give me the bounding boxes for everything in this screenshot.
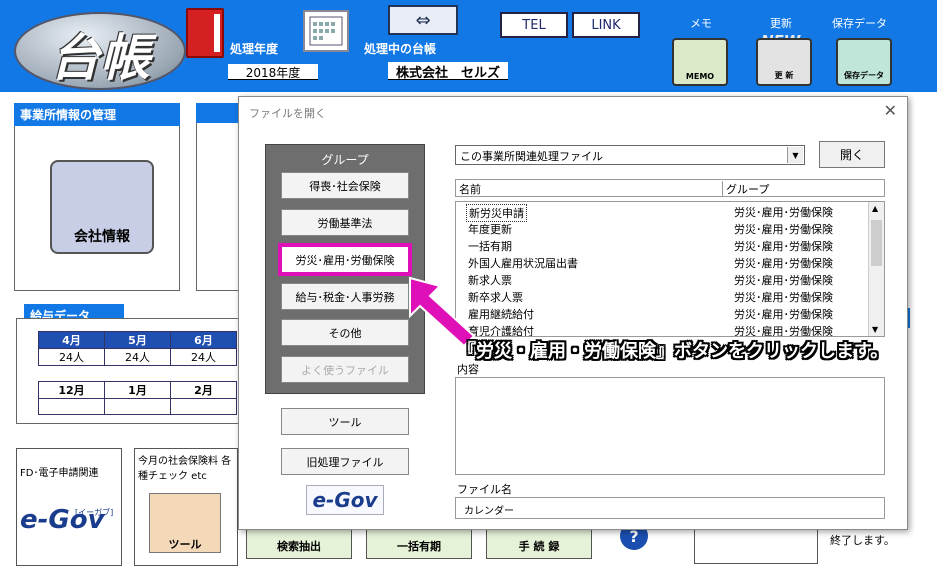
list-item[interactable]: 年度更新 労災･雇用･労働保険 — [456, 221, 866, 238]
savedata-button[interactable]: 保存データ — [836, 38, 892, 86]
scroll-up-icon[interactable]: ▲ — [872, 204, 878, 213]
group-button-labor-standards[interactable]: 労働基準法 — [281, 209, 409, 236]
instruction-callout: 『労災・雇用・労働保険』ボタンをクリックします。 — [458, 341, 889, 362]
fiscal-year-value: 2018年度 — [228, 64, 318, 80]
file-category-value: この事業所関連処理ファイル — [460, 150, 603, 163]
open-button[interactable]: 開く — [819, 141, 885, 168]
tool-icon-label: ツール — [168, 538, 202, 551]
fd-box-text: FD･電子申請関連 — [20, 468, 99, 479]
col-group-header[interactable]: グループ — [722, 181, 769, 197]
company-info-button[interactable]: 会社情報 — [50, 160, 154, 254]
close-icon[interactable]: ✕ — [884, 101, 897, 120]
old-files-button[interactable]: 旧処理ファイル — [281, 448, 409, 475]
group-button-payroll[interactable]: 給与･税金･人事労務 — [281, 283, 409, 310]
headcount-cell: 24人 — [104, 348, 171, 366]
group-button-favorites[interactable]: よく使うファイル — [281, 356, 409, 383]
chevron-down-icon[interactable]: ▼ — [787, 147, 803, 163]
headcount-cell — [104, 398, 171, 415]
file-category-select[interactable]: この事業所関連処理ファイル ▼ — [455, 145, 805, 165]
procedure-record-label: 手 続 録 — [518, 540, 560, 553]
salary-table-2: 12月 1月 2月 — [38, 381, 237, 415]
open-file-dialog: ファイルを開く ✕ グループ 得喪･社会保険 労働基準法 労災･雇用･労働保険 … — [238, 96, 908, 530]
exit-text: 終了します。 — [830, 534, 895, 547]
list-item[interactable]: 外国人雇用状況届出書 労災･雇用･労働保険 — [456, 255, 866, 272]
content-label: 内容 — [457, 363, 479, 376]
group-button-acquisition[interactable]: 得喪･社会保険 — [281, 172, 409, 199]
month-cell[interactable]: 12月 — [38, 381, 105, 399]
file-list-header: 名前 グループ — [455, 179, 885, 197]
headcount-cell: 24人 — [170, 348, 237, 366]
group-button-other[interactable]: その他 — [281, 319, 409, 346]
savedata-caption: 保存データ — [832, 17, 887, 30]
company-info-label: 会社情報 — [74, 229, 130, 245]
list-item[interactable]: 新卒求人票 労災･雇用･労働保険 — [456, 289, 866, 306]
app-logo: 台帳 — [14, 12, 186, 90]
tool-icon[interactable]: ツール — [149, 493, 221, 553]
group-panel: グループ 得喪･社会保険 労働基準法 労災･雇用･労働保険 給与･税金･人事労務… — [265, 144, 425, 394]
double-arrow-icon: ⇔ — [415, 9, 431, 31]
monthly-check-box[interactable]: 今月の社会保険料 各種チェック etc ツール — [134, 448, 238, 566]
switch-ledger-button[interactable]: ⇔ — [388, 5, 458, 35]
group-title: グループ — [321, 153, 369, 167]
memo-button[interactable]: MEMO — [672, 38, 728, 86]
col-name-header[interactable]: 名前 — [459, 181, 481, 197]
current-ledger-value: 株式会社 セルズ — [388, 62, 508, 81]
list-item[interactable]: 新労災申請 労災･雇用･労働保険 — [456, 204, 866, 222]
procedure-record-button[interactable]: 手 続 録 — [486, 525, 592, 559]
update-caption: 更新 — [770, 17, 792, 30]
search-extract-button[interactable]: 検索抽出 — [246, 525, 352, 559]
headcount-cell: 24人 — [38, 348, 105, 366]
headcount-cell — [38, 398, 105, 415]
month-cell[interactable]: 5月 — [104, 331, 171, 349]
update-button[interactable]: 更 新 — [756, 38, 812, 86]
link-button[interactable]: LINK — [572, 12, 640, 38]
tel-button[interactable]: TEL — [500, 12, 568, 38]
memo-caption: メモ — [690, 17, 712, 30]
list-item[interactable]: 新求人票 労災･雇用･労働保険 — [456, 272, 866, 289]
fiscal-year-label: 処理年度 — [230, 42, 279, 56]
office-panel-title: 事業所情報の管理 — [14, 103, 180, 126]
search-extract-label: 検索抽出 — [277, 540, 321, 553]
current-ledger-label: 処理中の台帳 — [364, 42, 437, 56]
monthly-box-text: 今月の社会保険料 各種チェック etc — [138, 456, 232, 482]
exit-box[interactable] — [694, 524, 818, 564]
update-icon: 更 新 — [774, 71, 794, 80]
month-cell[interactable]: 2月 — [170, 381, 237, 399]
month-cell[interactable]: 4月 — [38, 331, 105, 349]
month-cell[interactable]: 6月 — [170, 331, 237, 349]
memo-icon: MEMO — [685, 72, 715, 81]
second-panel-head — [196, 103, 240, 123]
app-logo-text: 台帳 — [50, 28, 150, 87]
bulk-term-label: 一括有期 — [397, 540, 441, 553]
bulk-term-button[interactable]: 一括有期 — [366, 525, 472, 559]
second-panel — [196, 103, 240, 291]
salary-table-1: 4月 5月 6月 24人 24人 24人 — [38, 331, 237, 366]
scroll-down-icon[interactable]: ▼ — [872, 325, 878, 334]
tool-button[interactable]: ツール — [281, 408, 409, 435]
month-cell[interactable]: 1月 — [104, 381, 171, 399]
filename-field[interactable]: カレンダー — [455, 497, 885, 519]
dialog-title: ファイルを開く — [249, 107, 326, 120]
list-item[interactable]: 雇用継続給付 労災･雇用･労働保険 — [456, 306, 866, 323]
egov-sub: [イーガブ] — [75, 508, 114, 517]
headcount-cell — [170, 398, 237, 415]
content-box — [455, 377, 885, 475]
fd-box[interactable]: FD･電子申請関連 e-Gov [イーガブ] — [16, 448, 122, 566]
list-item[interactable]: 一括有期 労災･雇用･労働保険 — [456, 238, 866, 255]
group-button-labor-insurance[interactable]: 労災･雇用･労働保険 — [278, 243, 412, 276]
list-item[interactable]: 育児介護給付 労災･雇用･労働保険 — [456, 323, 866, 336]
toolbox-icon: 保存データ — [844, 71, 884, 80]
file-list: 新労災申請 労災･雇用･労働保険 年度更新 労災･雇用･労働保険 一括有期 労災･雇用… — [455, 201, 885, 337]
list-scrollbar[interactable]: ▲ ▼ — [868, 202, 884, 336]
calendar-icon[interactable] — [303, 10, 349, 52]
egov-button[interactable]: e-Gov — [306, 485, 384, 515]
filename-label: ファイル名 — [457, 483, 512, 496]
ledger-book-icon[interactable] — [186, 8, 224, 58]
scroll-thumb[interactable] — [871, 220, 882, 266]
